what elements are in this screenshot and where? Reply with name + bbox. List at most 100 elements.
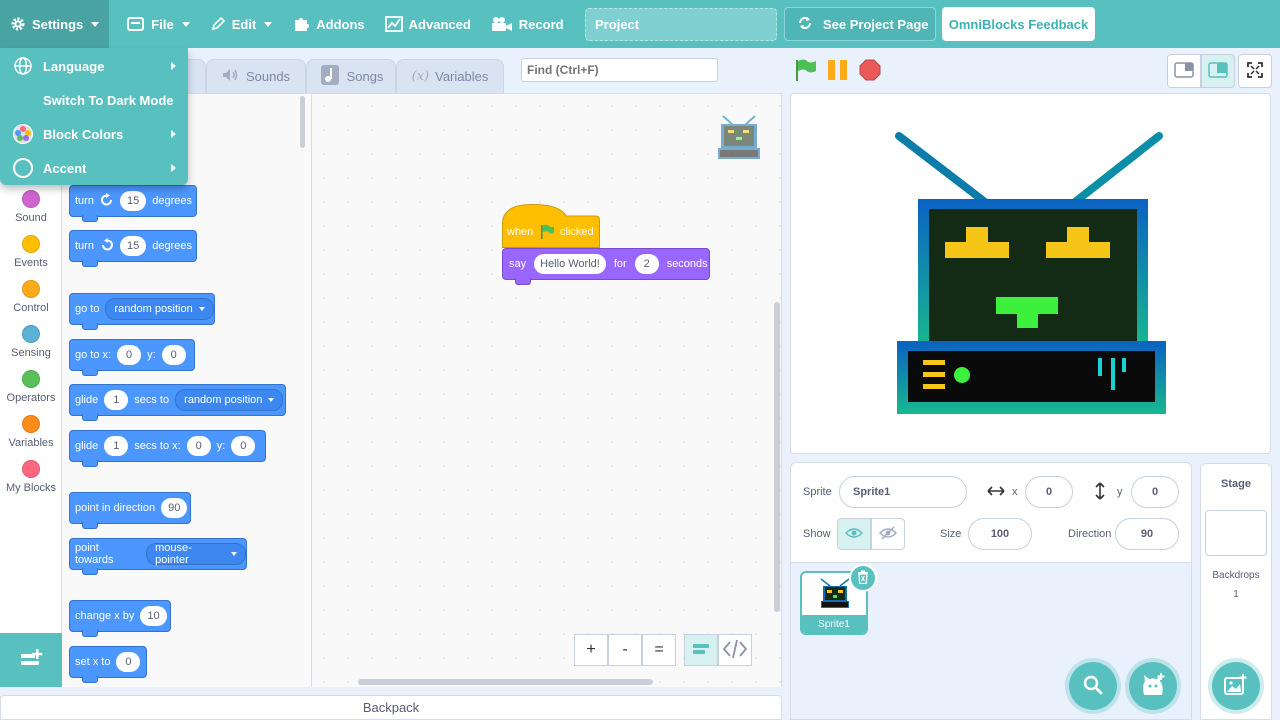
add-extension-icon — [19, 648, 43, 673]
file-menu-button[interactable]: File — [117, 0, 199, 48]
workspace-vertical-scrollbar[interactable] — [774, 302, 780, 612]
choose-backdrop-button[interactable] — [1212, 662, 1260, 710]
tab-songs[interactable]: Songs — [306, 59, 396, 93]
x-input[interactable]: 0 — [116, 652, 141, 672]
category-events[interactable]: Events — [0, 235, 62, 269]
change-x-block[interactable]: change x by 10 — [69, 600, 171, 637]
pause-button[interactable] — [827, 59, 849, 81]
accent-menu-item[interactable]: Accent — [0, 151, 188, 185]
x-input[interactable]: 0 — [186, 436, 211, 456]
block-text: say — [509, 258, 527, 270]
block-colors-label: Block Colors — [43, 126, 124, 142]
stop-button[interactable] — [859, 59, 881, 81]
block-text: for — [613, 258, 627, 270]
record-button[interactable]: Record — [481, 0, 574, 48]
message-input[interactable]: Hello World! — [534, 254, 606, 274]
x-input[interactable]: 0 — [117, 345, 142, 365]
zoom-in-button[interactable]: + — [574, 634, 608, 666]
say-for-seconds-block[interactable]: say Hello World! for 2 seconds — [502, 248, 710, 285]
script-workspace[interactable]: when clicked say Hello World! for 2 seco… — [312, 93, 782, 687]
when-flag-clicked-block[interactable]: when clicked — [502, 204, 600, 248]
stage-canvas[interactable] — [790, 93, 1271, 454]
turn-right-block[interactable]: turn 15 degrees — [69, 185, 197, 222]
secs-input[interactable]: 1 — [104, 436, 129, 456]
backdrops-count: 1 — [1233, 589, 1239, 600]
delete-sprite-button[interactable] — [849, 564, 877, 592]
large-stage-button[interactable] — [1201, 54, 1235, 88]
tab-sounds[interactable]: Sounds — [206, 59, 306, 93]
glide-to-block[interactable]: glide 1 secs to random position — [69, 384, 286, 421]
sprite-name-input[interactable]: Sprite1 — [839, 476, 967, 508]
set-x-block[interactable]: set x to 0 — [69, 646, 147, 683]
target-dropdown[interactable]: random position — [175, 389, 284, 411]
code-view-toggle[interactable] — [718, 634, 752, 666]
y-input[interactable]: 0 — [161, 345, 186, 365]
trash-icon — [857, 570, 869, 587]
x-position-input[interactable]: 0 — [1025, 476, 1073, 508]
point-towards-block[interactable]: point towards mouse-pointer — [69, 538, 247, 575]
y-position-input[interactable]: 0 — [1131, 476, 1179, 508]
backdrops-label: Backdrops — [1212, 570, 1260, 581]
target-dropdown[interactable]: mouse-pointer — [146, 542, 246, 566]
show-visible-button[interactable] — [837, 518, 871, 550]
tab-variables[interactable]: (x) Variables — [396, 59, 504, 93]
chevron-down-icon — [264, 21, 273, 27]
direction-input[interactable]: 90 — [161, 498, 188, 518]
category-sensing[interactable]: Sensing — [0, 325, 62, 359]
x-input[interactable]: 10 — [140, 606, 167, 626]
block-text: degrees — [152, 240, 192, 252]
addons-button[interactable]: Addons — [282, 0, 374, 48]
language-menu-item[interactable]: Language — [0, 49, 188, 83]
rotate-left-icon — [100, 237, 114, 255]
project-title-input[interactable]: Project — [585, 8, 777, 41]
chevron-right-icon — [171, 130, 176, 138]
show-hidden-button[interactable] — [871, 518, 905, 550]
go-to-xy-block[interactable]: go to x: 0 y: 0 — [69, 339, 195, 376]
degrees-input[interactable]: 15 — [119, 191, 147, 211]
block-text: set x to — [75, 656, 111, 668]
small-stage-button[interactable] — [1167, 54, 1201, 88]
go-to-block[interactable]: go to random position — [69, 293, 215, 330]
zoom-reset-button[interactable]: = — [642, 634, 676, 666]
music-note-icon — [319, 64, 341, 89]
search-sprite-button[interactable] — [1069, 662, 1117, 710]
category-my-blocks[interactable]: My Blocks — [0, 460, 62, 494]
workspace-horizontal-scrollbar[interactable] — [358, 679, 653, 685]
category-operators[interactable]: Operators — [0, 370, 62, 404]
category-sound[interactable]: Sound — [0, 190, 62, 224]
palette-scrollbar[interactable] — [300, 96, 305, 148]
glide-to-xy-block[interactable]: glide 1 secs to x: 0 y: 0 — [69, 430, 266, 467]
feedback-button[interactable]: OmniBlocks Feedback — [942, 7, 1095, 41]
chevron-down-icon — [268, 398, 275, 402]
degrees-input[interactable]: 15 — [119, 236, 147, 256]
settings-menu-button[interactable]: Settings — [0, 0, 110, 48]
dark-mode-menu-item[interactable]: Switch To Dark Mode — [0, 83, 188, 117]
cat-icon — [1140, 672, 1166, 700]
edit-menu-button[interactable]: Edit — [200, 0, 283, 48]
advanced-button[interactable]: Advanced — [375, 0, 481, 48]
direction-input[interactable]: 90 — [1115, 518, 1179, 550]
target-dropdown[interactable]: random position — [105, 298, 214, 320]
x-arrow-icon — [987, 485, 1005, 500]
turn-left-block[interactable]: turn 15 degrees — [69, 230, 197, 267]
choose-sprite-button[interactable] — [1129, 662, 1177, 710]
y-input[interactable]: 0 — [231, 436, 256, 456]
blocks-view-toggle[interactable] — [684, 634, 718, 666]
stop-icon — [859, 59, 881, 84]
secs-input[interactable]: 1 — [104, 390, 129, 410]
zoom-out-button[interactable]: - — [608, 634, 642, 666]
block-colors-menu-item[interactable]: Block Colors — [0, 117, 188, 151]
fullscreen-button[interactable] — [1238, 54, 1272, 88]
size-input[interactable]: 100 — [968, 518, 1032, 550]
see-project-page-button[interactable]: See Project Page — [784, 7, 936, 41]
category-variables[interactable]: Variables — [0, 415, 62, 449]
find-input[interactable] — [521, 58, 718, 82]
green-flag-button[interactable] — [793, 58, 819, 82]
add-extension-button[interactable] — [0, 633, 62, 687]
seconds-input[interactable]: 2 — [634, 254, 659, 274]
category-dot — [22, 235, 40, 253]
eye-icon — [844, 527, 864, 542]
category-control[interactable]: Control — [0, 280, 62, 314]
point-in-direction-block[interactable]: point in direction 90 — [69, 492, 191, 529]
backpack-panel[interactable]: Backpack — [0, 695, 782, 720]
